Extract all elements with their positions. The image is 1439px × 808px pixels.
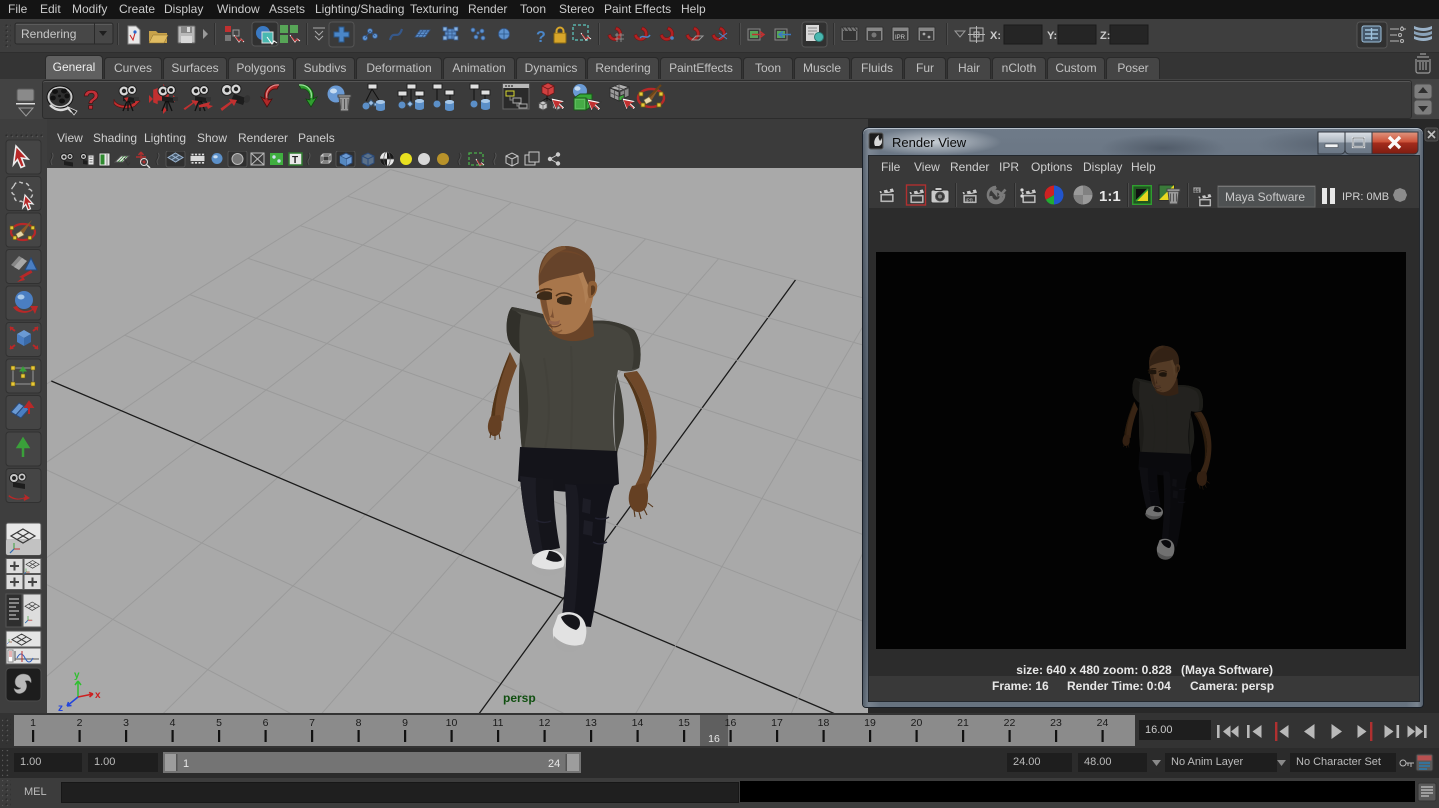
svg-text:2: 2 <box>77 717 83 729</box>
svg-text:12: 12 <box>539 717 551 729</box>
svg-text:1:1: 1:1 <box>1099 188 1121 205</box>
svg-text:Maya Software: Maya Software <box>1225 190 1305 204</box>
svg-text:5: 5 <box>216 717 222 729</box>
svg-text:24: 24 <box>548 758 560 770</box>
svg-text:22: 22 <box>1004 717 1016 729</box>
svg-text:1: 1 <box>183 758 189 770</box>
svg-text:4: 4 <box>170 717 176 729</box>
svg-text:24: 24 <box>1097 717 1109 729</box>
svg-text:20: 20 <box>911 717 923 729</box>
svg-text:16: 16 <box>708 733 720 745</box>
svg-text:X:: X: <box>990 30 1001 42</box>
svg-text:x: x <box>95 690 101 701</box>
svg-text:IPR: IPR <box>966 198 974 203</box>
svg-text:Render View: Render View <box>892 135 967 150</box>
svg-text:IPR: IPR <box>895 35 906 41</box>
svg-text:Z:: Z: <box>1100 30 1110 42</box>
svg-text:10: 10 <box>446 717 458 729</box>
svg-text:y: y <box>74 670 80 681</box>
svg-text:16: 16 <box>725 717 737 729</box>
svg-text:8: 8 <box>356 717 362 729</box>
svg-text:6: 6 <box>263 717 269 729</box>
svg-text:21: 21 <box>957 717 969 729</box>
svg-text:?: ? <box>536 29 546 46</box>
svg-text:7: 7 <box>309 717 315 729</box>
svg-text:z: z <box>58 703 63 713</box>
svg-text:13: 13 <box>585 717 597 729</box>
svg-text:11: 11 <box>493 717 504 729</box>
svg-text:T: T <box>292 155 298 166</box>
svg-text:?: ? <box>83 85 100 115</box>
svg-text:23: 23 <box>1050 717 1062 729</box>
svg-text:persp: persp <box>503 691 536 705</box>
svg-text:19: 19 <box>864 717 876 729</box>
svg-text:1: 1 <box>30 717 36 729</box>
svg-text:18: 18 <box>818 717 830 729</box>
svg-text:Y:: Y: <box>1047 30 1057 42</box>
svg-text:9: 9 <box>402 717 408 729</box>
svg-text:Rendering: Rendering <box>21 27 76 41</box>
svg-text:17: 17 <box>771 717 783 729</box>
svg-text:IPR: 0MB: IPR: 0MB <box>1342 191 1389 203</box>
svg-text:44: 44 <box>1194 189 1200 195</box>
svg-text:3: 3 <box>123 717 129 729</box>
svg-text:14: 14 <box>632 717 644 729</box>
svg-text:15: 15 <box>678 717 690 729</box>
